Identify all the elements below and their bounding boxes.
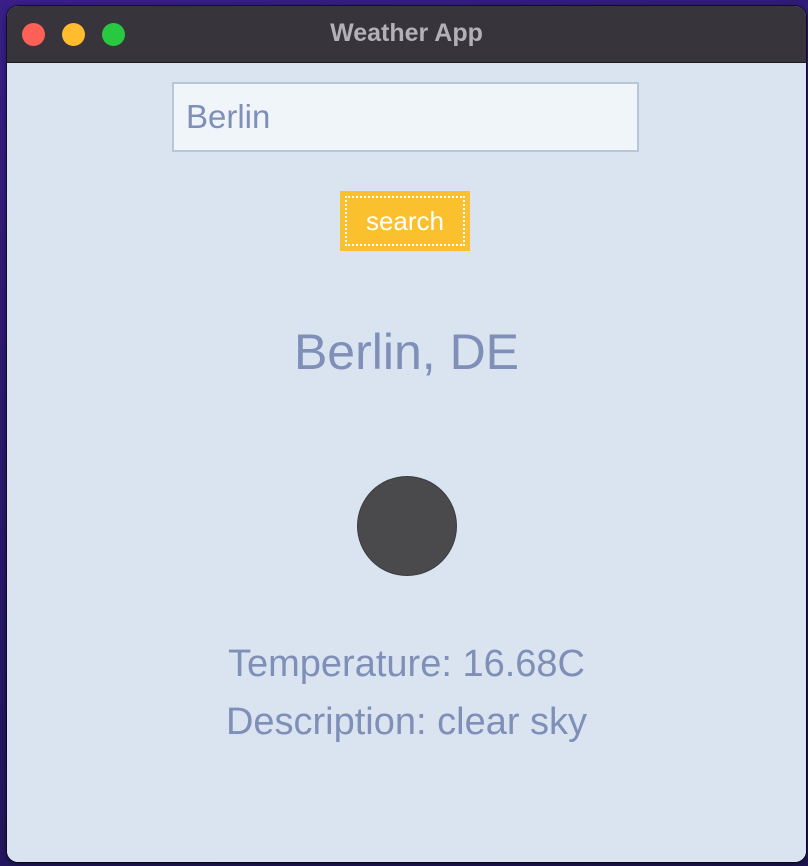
weather-condition-icon xyxy=(358,477,456,575)
app-window: Weather App search Berlin, DE Temperatur… xyxy=(7,6,806,862)
city-search-input[interactable] xyxy=(172,82,639,152)
description-label: Description: clear sky xyxy=(225,701,588,743)
title-bar[interactable]: Weather App xyxy=(7,6,806,63)
location-label: Berlin, DE xyxy=(293,324,520,380)
search-button-label: search xyxy=(365,206,445,236)
temperature-label: Temperature: 16.68C xyxy=(228,643,585,685)
search-button[interactable]: search xyxy=(340,191,470,251)
window-title: Weather App xyxy=(330,19,483,47)
main-content: search Berlin, DE Temperature: 16.68C De… xyxy=(7,63,806,862)
